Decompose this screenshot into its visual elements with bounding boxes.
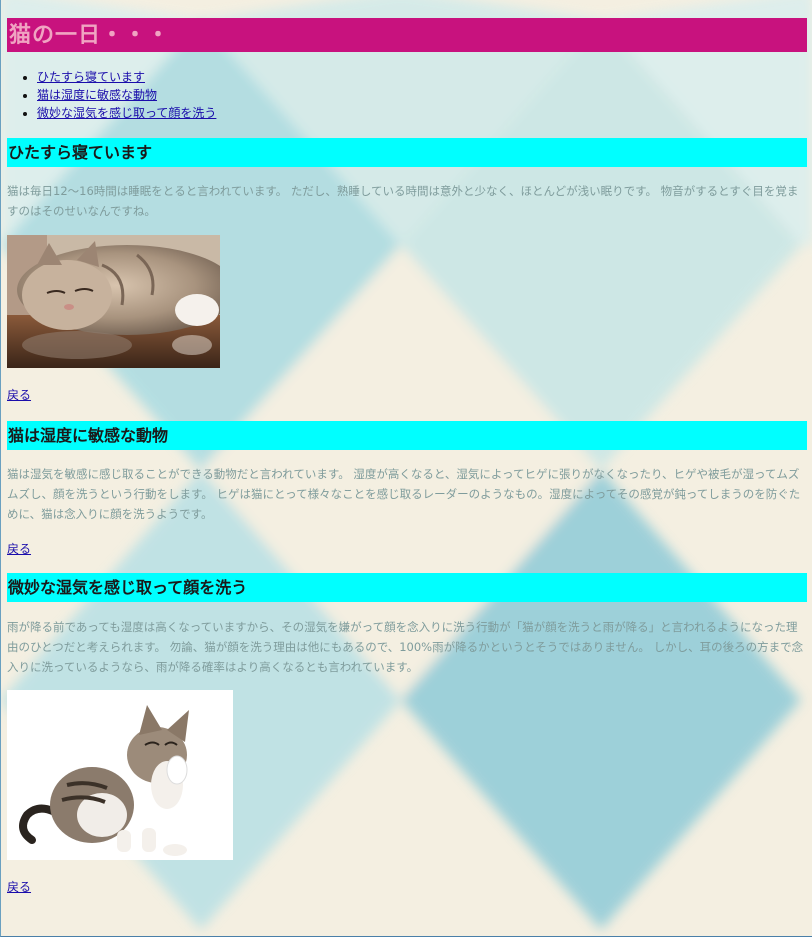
section-heading-face-washing: 微妙な湿気を感じ取って顔を洗う — [7, 573, 807, 602]
section-paragraph-humidity: 猫は湿気を敏感に感じ取ることができる動物だと言われています。 湿度が高くなると、… — [7, 467, 801, 521]
section-paragraph-sleeping: 猫は毎日12〜16時間は睡眠をとると言われています。 ただし、熟睡している時間は… — [7, 184, 799, 218]
section-heading-sleeping: ひたすら寝ています — [7, 138, 807, 167]
back-link-sleeping[interactable]: 戻る — [7, 386, 31, 403]
table-of-contents: ひたすら寝ています 猫は湿度に敏感な動物 微妙な湿気を感じ取って顔を洗う — [7, 68, 216, 122]
toc-item: 猫は湿度に敏感な動物 — [37, 86, 216, 104]
toc-item: 微妙な湿気を感じ取って顔を洗う — [37, 104, 216, 122]
face-washing-cat-image — [7, 690, 233, 860]
sleeping-cat-image — [7, 235, 220, 368]
toc-link-sleeping[interactable]: ひたすら寝ています — [37, 70, 145, 84]
toc-link-face-washing[interactable]: 微妙な湿気を感じ取って顔を洗う — [37, 106, 216, 120]
back-link-humidity[interactable]: 戻る — [7, 540, 31, 557]
section-heading-humidity: 猫は湿度に敏感な動物 — [7, 421, 807, 450]
site-title: 猫の一日・・・ — [7, 18, 807, 52]
toc-link-humidity[interactable]: 猫は湿度に敏感な動物 — [37, 88, 157, 102]
section-paragraph-face-washing: 雨が降る前であっても湿度は高くなっていますから、その湿気を嫌がって顔を念入りに洗… — [7, 620, 804, 674]
toc-item: ひたすら寝ています — [37, 68, 216, 86]
back-link-face-washing[interactable]: 戻る — [7, 878, 31, 895]
